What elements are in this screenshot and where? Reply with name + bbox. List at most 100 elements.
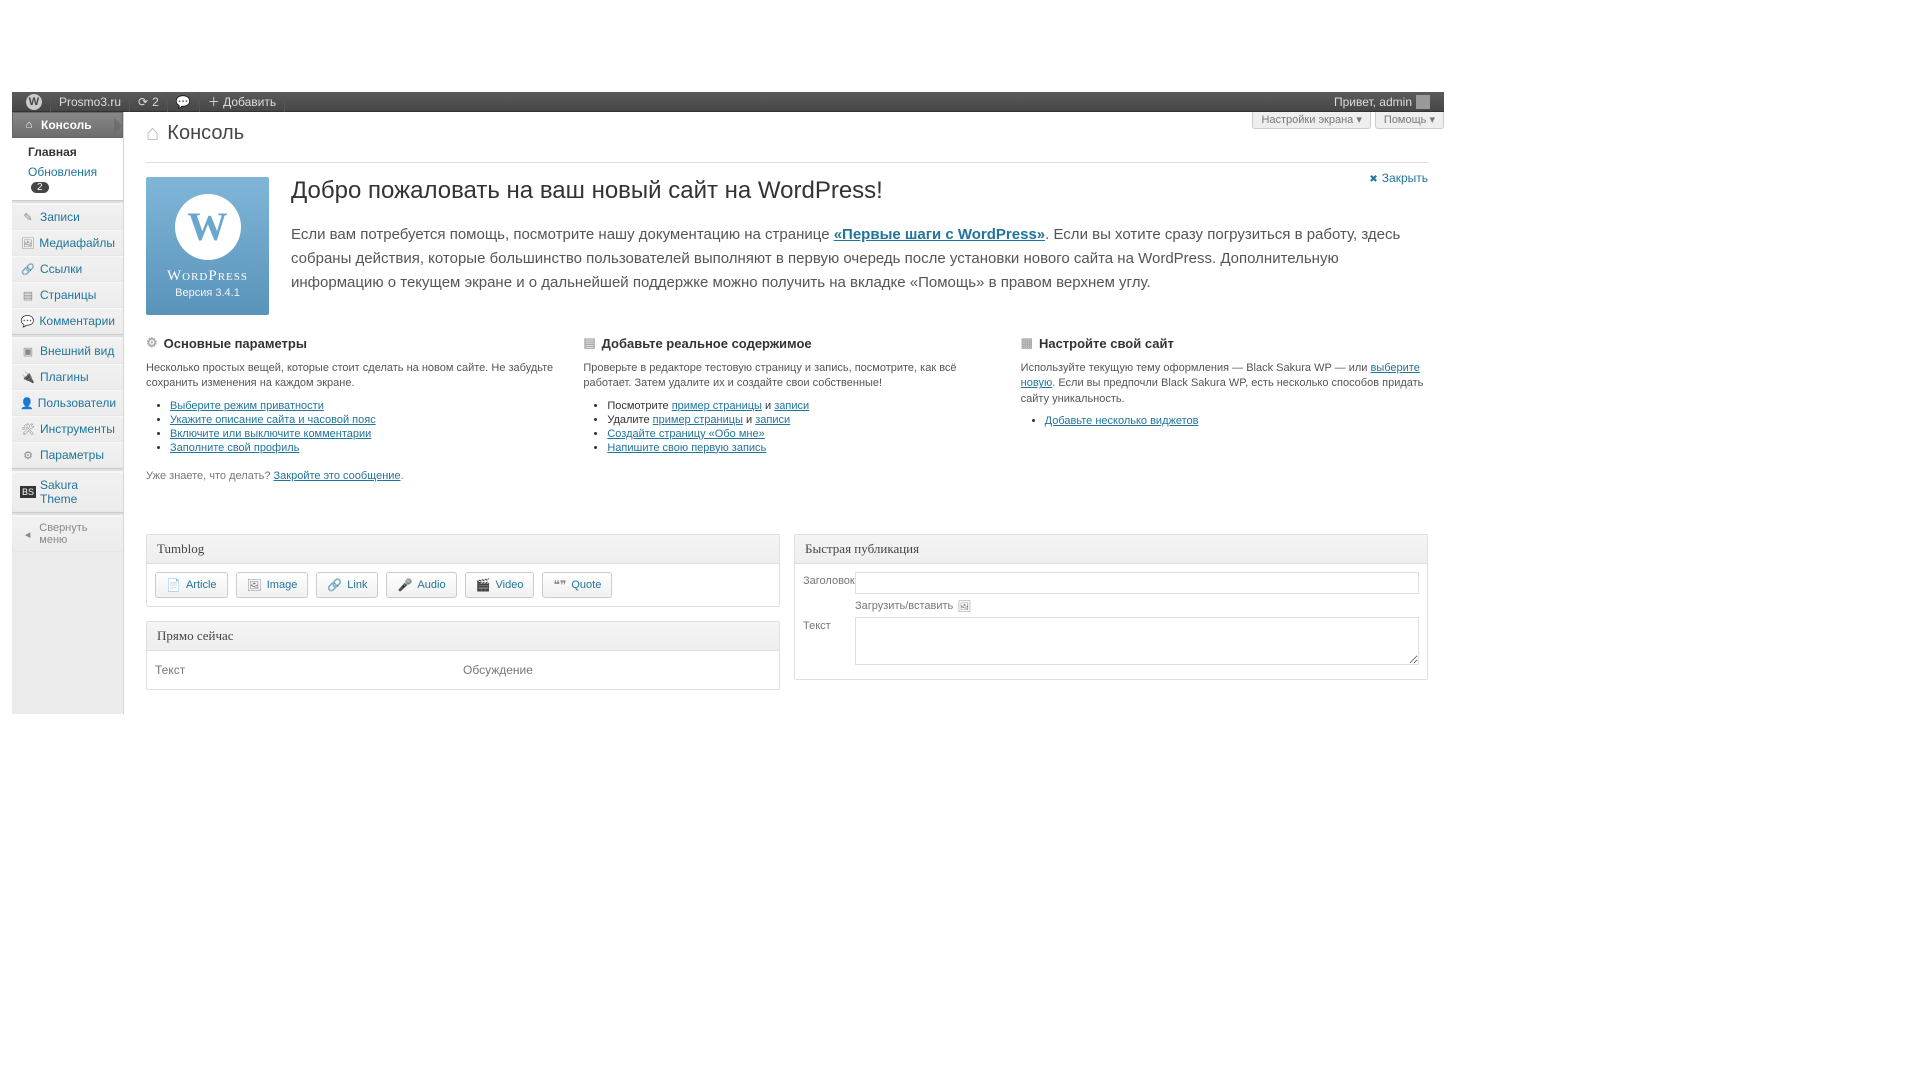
- plugin-icon: 🔌: [20, 371, 36, 384]
- close-message-link[interactable]: Закройте это сообщение: [274, 470, 401, 482]
- site-name-menu[interactable]: Prosmo3.ru: [51, 92, 130, 112]
- sample-post-link[interactable]: записи: [774, 400, 809, 412]
- updates-menu[interactable]: ⟳2: [130, 92, 168, 112]
- dashboard-submenu: Главная Обновления2: [12, 138, 123, 200]
- welcome-heading: Добро пожаловать на ваш новый сайт на Wo…: [291, 177, 1428, 205]
- tumblog-video-button[interactable]: 🎬Video: [465, 572, 535, 598]
- article-icon: 📄: [166, 578, 181, 592]
- account-menu[interactable]: Привет, admin: [1326, 92, 1438, 112]
- privacy-link[interactable]: Выберите режим приватности: [170, 400, 324, 412]
- write-first-post-link[interactable]: Напишите свою первую запись: [607, 442, 766, 454]
- tumblog-link-button[interactable]: 🔗Link: [316, 572, 378, 598]
- page-header: ⌂ Консоль: [146, 112, 1428, 163]
- menu-settings[interactable]: ⚙Параметры: [12, 442, 123, 468]
- first-steps-link[interactable]: «Первые шаги с WordPress»: [834, 226, 1045, 243]
- delete-page-link[interactable]: пример страницы: [653, 414, 743, 426]
- qp-title-input[interactable]: [855, 572, 1419, 594]
- welcome-col-customize: ▦Настройте свой сайт Используйте текущую…: [1021, 335, 1428, 456]
- settings-icon: ⚙: [20, 449, 36, 462]
- customize-icon: ▦: [1021, 335, 1033, 351]
- tumblog-header: Tumblog: [147, 535, 779, 564]
- comment-icon: 💬: [176, 95, 191, 109]
- collapse-icon: ◂: [20, 528, 35, 541]
- tumblog-image-button[interactable]: 🖼Image: [236, 572, 309, 598]
- qp-title-label: Заголовок: [803, 572, 855, 587]
- right-now-widget: Прямо сейчас Текст Обсуждение: [146, 621, 780, 690]
- menu-tools[interactable]: 🛠Инструменты: [12, 416, 123, 442]
- menu-sakura-theme[interactable]: BSSakura Theme: [12, 472, 123, 512]
- tumblog-audio-button[interactable]: 🎤Audio: [386, 572, 456, 598]
- welcome-col-basics: ⚙Основные параметры Несколько простых ве…: [146, 335, 553, 456]
- delete-post-link[interactable]: записи: [755, 414, 790, 426]
- badge-name: WordPress: [167, 268, 248, 285]
- main-content: Настройки экрана ▾ Помощь ▾ ⌂ Консоль За…: [124, 112, 1444, 714]
- collapse-menu[interactable]: ◂Свернуть меню: [12, 516, 123, 552]
- dashboard-icon: ⌂: [146, 120, 159, 146]
- add-widgets-link[interactable]: Добавьте несколько виджетов: [1045, 415, 1199, 427]
- image-icon: 🖼: [247, 578, 262, 592]
- rightnow-content-label: Текст: [155, 659, 463, 681]
- admin-bar: W Prosmo3.ru ⟳2 💬 ＋ Добавить Привет, adm…: [12, 92, 1444, 112]
- chevron-down-icon: ▾: [1429, 114, 1435, 126]
- sample-page-link[interactable]: пример страницы: [672, 400, 762, 412]
- media-icon: 🖼: [20, 237, 35, 250]
- users-icon: 👤: [20, 397, 34, 410]
- quote-icon: ❝❞: [553, 578, 566, 592]
- quick-press-widget: Быстрая публикация Заголовок Загрузить/в…: [794, 534, 1428, 680]
- tumblog-quote-button[interactable]: ❝❞Quote: [542, 572, 612, 598]
- welcome-col-content: ▤Добавьте реальное содержимое Проверьте …: [583, 335, 990, 456]
- qp-content-label: Текст: [803, 617, 855, 632]
- comment-icon: 💬: [20, 315, 35, 328]
- pin-icon: ✎: [20, 211, 36, 224]
- plus-icon: ＋: [208, 93, 220, 110]
- badge-version: Версия 3.4.1: [175, 287, 240, 299]
- appearance-icon: ▣: [20, 345, 36, 358]
- rightnow-discussion-label: Обсуждение: [463, 659, 771, 681]
- refresh-icon: ⟳: [138, 95, 148, 109]
- menu-media[interactable]: 🖼Медиафайлы: [12, 230, 123, 256]
- create-about-link[interactable]: Создайте страницу «Обо мне»: [607, 428, 764, 440]
- page-title: Консоль: [167, 122, 244, 145]
- tumblog-widget: Tumblog 📄Article 🖼Image 🔗Link 🎤Audio 🎬Vi…: [146, 534, 780, 607]
- tools-icon: 🛠: [20, 423, 36, 436]
- submenu-home[interactable]: Главная: [22, 142, 123, 162]
- tumblog-article-button[interactable]: 📄Article: [155, 572, 228, 598]
- qp-content-textarea[interactable]: [855, 617, 1419, 665]
- comments-toggle-link[interactable]: Включите или выключите комментарии: [170, 428, 371, 440]
- right-now-header: Прямо сейчас: [147, 622, 779, 651]
- link-icon: 🔗: [327, 578, 342, 592]
- wordpress-logo-icon: W: [175, 194, 241, 260]
- avatar: [1416, 95, 1430, 109]
- settings-icon: ⚙: [146, 335, 158, 351]
- menu-links[interactable]: 🔗Ссылки: [12, 256, 123, 282]
- dismiss-welcome-link[interactable]: Закрыть: [1369, 171, 1428, 185]
- welcome-footer: Уже знаете, что делать? Закройте это соо…: [146, 470, 1428, 482]
- quick-press-header: Быстрая публикация: [795, 535, 1427, 564]
- page-icon: ▤: [20, 289, 36, 302]
- sakura-icon: BS: [20, 486, 36, 498]
- wordpress-logo-icon: W: [26, 94, 42, 110]
- menu-posts[interactable]: ✎Записи: [12, 204, 123, 230]
- menu-dashboard[interactable]: ⌂Консоль: [12, 112, 123, 138]
- menu-plugins[interactable]: 🔌Плагины: [12, 364, 123, 390]
- admin-sidebar: ⌂Консоль Главная Обновления2 ✎Записи 🖼Ме…: [12, 112, 124, 714]
- wordpress-badge: W WordPress Версия 3.4.1: [146, 177, 269, 315]
- add-new-menu[interactable]: ＋ Добавить: [200, 92, 285, 112]
- profile-link[interactable]: Заполните свой профиль: [170, 442, 299, 454]
- wp-logo-menu[interactable]: W: [18, 92, 51, 112]
- menu-users[interactable]: 👤Пользователи: [12, 390, 123, 416]
- menu-appearance[interactable]: ▣Внешний вид: [12, 338, 123, 364]
- comments-menu[interactable]: 💬: [168, 92, 200, 112]
- welcome-intro-text: Если вам потребуется помощь, посмотрите …: [291, 223, 1428, 295]
- media-upload-icon[interactable]: 🖼: [957, 600, 971, 613]
- video-icon: 🎬: [476, 578, 491, 592]
- home-icon: ⌂: [21, 119, 37, 131]
- menu-comments[interactable]: 💬Комментарии: [12, 308, 123, 334]
- welcome-panel: Закрыть W WordPress Версия 3.4.1 Добро п…: [146, 177, 1428, 504]
- link-icon: 🔗: [20, 263, 36, 276]
- qp-upload-row: Загрузить/вставить 🖼: [855, 600, 1419, 613]
- audio-icon: 🎤: [397, 578, 412, 592]
- submenu-updates[interactable]: Обновления2: [22, 162, 123, 196]
- tagline-link[interactable]: Укажите описание сайта и часовой пояс: [170, 414, 376, 426]
- menu-pages[interactable]: ▤Страницы: [12, 282, 123, 308]
